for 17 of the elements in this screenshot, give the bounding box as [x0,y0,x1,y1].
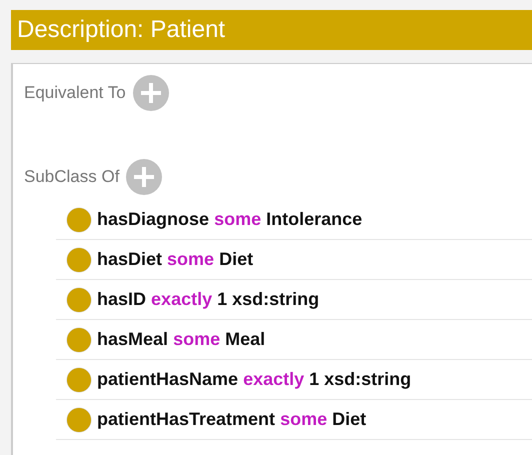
axiom-text[interactable]: patientHasName exactly 1 xsd:string [97,369,412,390]
panel-title: Description: Patient [11,10,532,50]
add-icon[interactable] [132,74,170,112]
axiom-text[interactable]: hasDiet some Diet [97,249,254,270]
add-icon[interactable] [125,158,164,196]
class-icon [67,328,91,352]
section-label: Equivalent To [24,83,126,103]
axiom-text[interactable]: hasID exactly 1 xsd:string [97,289,320,310]
class-icon [67,288,91,312]
class-icon [67,208,91,232]
class-icon [67,248,91,272]
class-icon [67,368,91,392]
axiom-text[interactable]: hasMeal some Meal [97,329,266,350]
axiom-text[interactable]: patientHasTreatment some Diet [97,409,366,430]
class-icon [67,408,91,432]
axiom-text[interactable]: hasDiagnose some Intolerance [97,209,362,230]
section-label: SubClass Of [24,167,120,187]
